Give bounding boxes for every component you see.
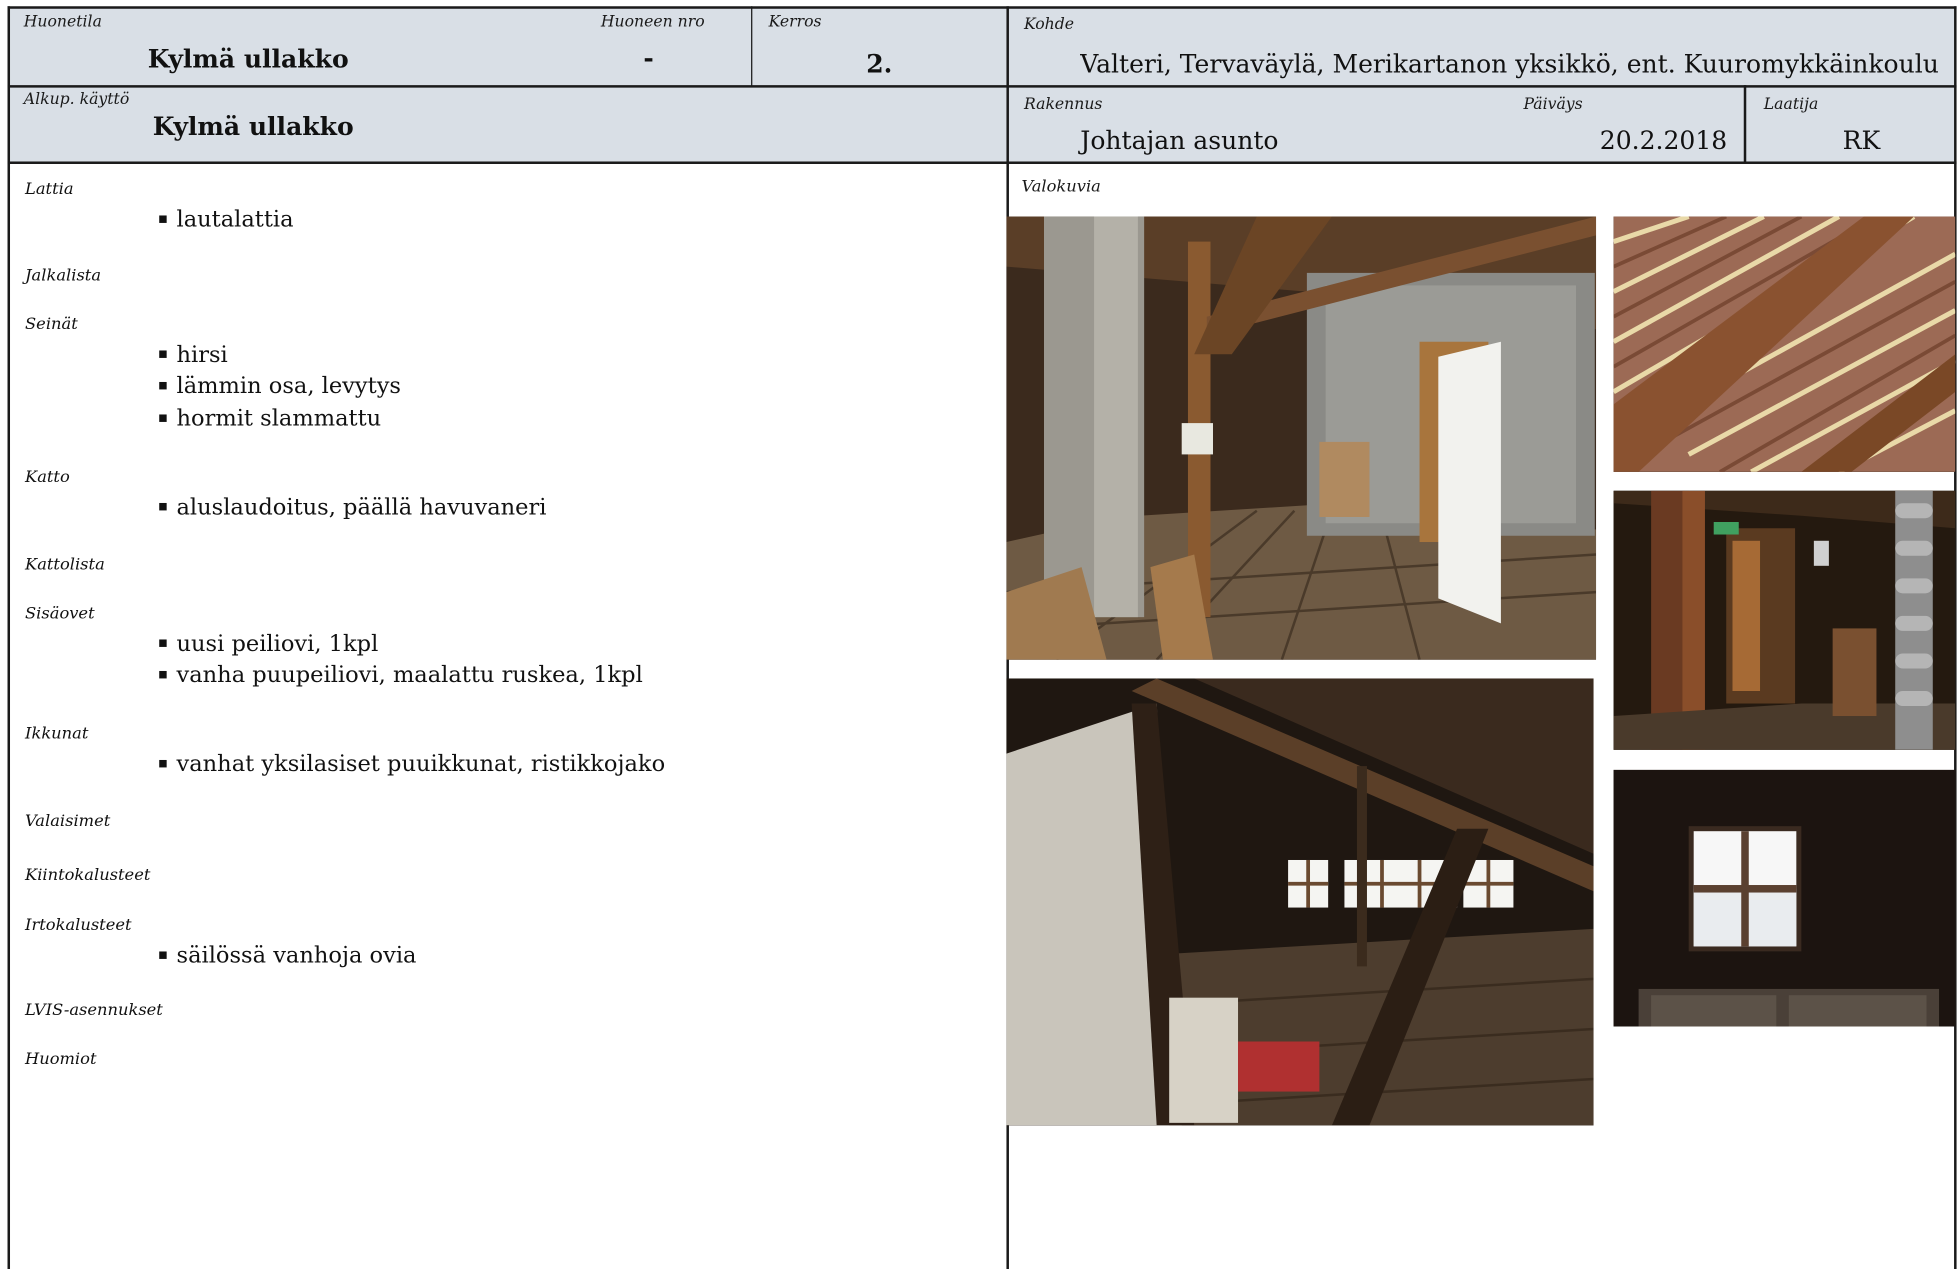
- row-divider-1: [7, 85, 1957, 88]
- paivays-value: 20.2.2018: [1599, 125, 1728, 156]
- kerros-value: 2.: [866, 48, 893, 79]
- item-text: uusi peiliovi, 1kpl: [176, 630, 379, 658]
- bullet-icon: ▪: [157, 209, 168, 227]
- inventory-form: Huonetila Kylmä ullakko Huoneen nro - Ke…: [0, 0, 1959, 1269]
- huonetila-value: Kylmä ullakko: [147, 43, 349, 74]
- item-text: lautalattia: [176, 206, 294, 233]
- top-border: [7, 6, 1957, 9]
- bullet-icon: ▪: [157, 375, 168, 394]
- item-text: aluslaudoitus, päällä havuvaneri: [176, 494, 547, 521]
- item-irtokalusteet-1: ▪ säilössä vanhoja ovia: [157, 942, 417, 969]
- photo-window: [1613, 769, 1956, 1027]
- item-text: vanha puupeiliovi, maalattu ruskea, 1kpl: [176, 662, 643, 689]
- section-label-irtokalusteet: Irtokalusteet: [25, 916, 132, 936]
- column-divider-laatija: [1743, 85, 1747, 163]
- alkup-kaytto-value: Kylmä ullakko: [152, 111, 354, 142]
- alkup-kaytto-label: Alkup. käyttö: [23, 88, 130, 108]
- photo-attic-windows: [1006, 678, 1594, 1126]
- item-text: säilössä vanhoja ovia: [176, 942, 417, 969]
- item-lattia-1: ▪ lautalattia: [157, 206, 294, 233]
- paivays-label: Päiväys: [1523, 93, 1583, 113]
- rakennus-label: Rakennus: [1023, 93, 1103, 113]
- bullet-icon: ▪: [157, 496, 168, 515]
- item-text: lämmin osa, levytys: [176, 373, 402, 400]
- item-text: hirsi: [176, 341, 228, 369]
- section-label-jalkalista: Jalkalista: [25, 266, 102, 286]
- section-label-lvis-asennukset: LVIS-asennukset: [25, 1001, 163, 1021]
- section-label-huomiot: Huomiot: [25, 1050, 97, 1070]
- kerros-label: Kerros: [768, 11, 822, 31]
- section-label-seinat: Seinät: [25, 315, 78, 335]
- kohde-value: Valteri, Tervaväylä, Merikartanon yksikk…: [1080, 48, 1939, 79]
- item-text: vanhat yksilasiset puuikkunat, ristikkoj…: [176, 751, 666, 778]
- section-label-kattolista: Kattolista: [25, 555, 105, 575]
- item-seinat-2: ▪ lämmin osa, levytys: [157, 373, 402, 400]
- section-label-ikkunat: Ikkunat: [25, 724, 89, 744]
- rakennus-value: Johtajan asunto: [1080, 125, 1279, 156]
- valokuvia-label: Valokuvia: [1021, 177, 1101, 197]
- photo-roof-boards: [1613, 216, 1956, 472]
- laatija-value: RK: [1842, 125, 1881, 156]
- section-label-sisaovet: Sisäovet: [25, 604, 95, 624]
- item-sisaovet-1: ▪ uusi peiliovi, 1kpl: [158, 633, 379, 656]
- huoneen-nro-value: -: [643, 42, 654, 73]
- laatija-label: Laatija: [1763, 93, 1819, 113]
- huonetila-label: Huonetila: [23, 11, 102, 31]
- left-border: [7, 6, 11, 1269]
- bullet-icon: ▪: [157, 344, 168, 362]
- bullet-icon: ▪: [157, 664, 168, 683]
- bullet-icon: ▪: [157, 945, 168, 963]
- column-divider-kerros: [751, 6, 753, 87]
- bullet-icon: ▪: [157, 633, 168, 651]
- section-label-valaisimet: Valaisimet: [25, 812, 111, 832]
- item-seinat-1: ▪ hirsi: [158, 344, 228, 367]
- item-ikkunat-1: ▪ vanhat yksilasiset puuikkunat, ristikko…: [157, 751, 666, 778]
- section-label-kiintokalusteet: Kiintokalusteet: [25, 866, 151, 886]
- section-label-katto: Katto: [25, 468, 70, 487]
- item-katto-1: ▪ aluslaudoitus, päällä havuvaneri: [157, 494, 547, 521]
- item-sisaovet-2: ▪ vanha puupeiliovi, maalattu ruskea, 1kp…: [157, 662, 643, 689]
- bullet-icon: ▪: [157, 753, 168, 772]
- kohde-label: Kohde: [1023, 13, 1075, 33]
- section-label-lattia: Lattia: [25, 180, 74, 200]
- photo-attic-duct: [1613, 490, 1956, 750]
- huoneen-nro-label: Huoneen nro: [600, 11, 705, 31]
- bullet-icon: ▪: [157, 408, 168, 426]
- item-text: hormit slammattu: [176, 405, 382, 432]
- photo-attic-corridor: [1006, 216, 1597, 660]
- row-divider-2: [7, 161, 1957, 164]
- item-seinat-3: ▪ hormit slammattu: [157, 405, 382, 432]
